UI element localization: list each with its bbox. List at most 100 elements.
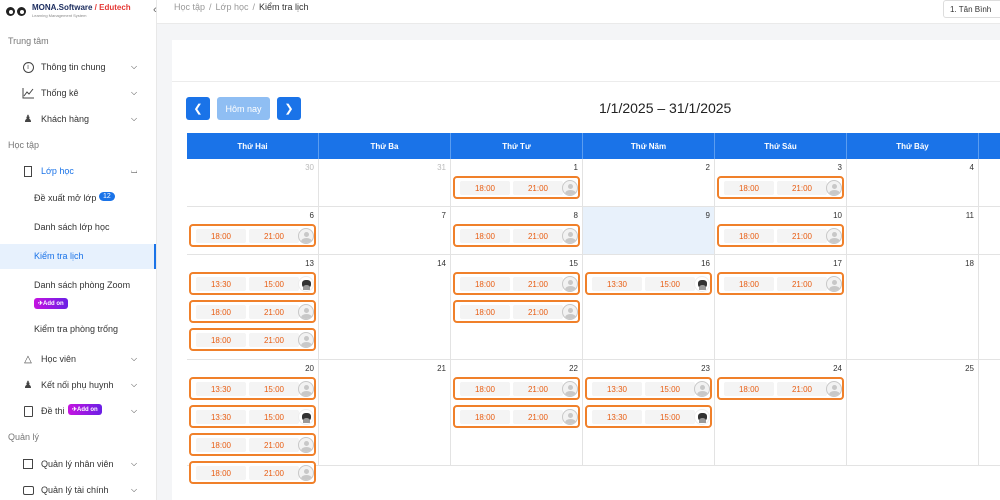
sidebar-item-exams[interactable]: Đề thi Add on ⌵ xyxy=(0,404,156,418)
sidebar-item-finance[interactable]: Quản lý tài chính ⌵ xyxy=(0,483,156,497)
teacher-avatar xyxy=(562,409,578,425)
day-number[interactable]: 11 xyxy=(966,211,974,220)
class-event[interactable]: 18:00 21:00 xyxy=(717,224,844,247)
class-event[interactable]: 13:30 15:00 xyxy=(189,272,316,295)
app-logo[interactable]: MONA.Software / Edutech Learning Managem… xyxy=(0,0,156,24)
class-event[interactable]: 18:00 21:00 xyxy=(717,272,844,295)
class-event[interactable]: 18:00 21:00 xyxy=(453,405,580,428)
weekday-header: Thứ Sáu xyxy=(715,133,847,159)
day-number[interactable]: 6 xyxy=(310,211,314,220)
calendar-day-today[interactable]: 9 xyxy=(583,207,715,254)
calendar-day[interactable]: 4 xyxy=(847,159,979,206)
day-number[interactable]: 17 xyxy=(833,259,842,268)
calendar-day[interactable]: 7 xyxy=(319,207,451,254)
today-button[interactable]: Hôm nay xyxy=(217,97,270,120)
class-event[interactable]: 18:00 21:00 xyxy=(717,176,844,199)
day-number[interactable]: 7 xyxy=(442,211,446,220)
sidebar-item-staff[interactable]: Quản lý nhân viên ⌵ xyxy=(0,457,156,471)
teacher-avatar xyxy=(826,381,842,397)
day-number[interactable]: 21 xyxy=(437,364,446,373)
next-month-button[interactable]: ❯ xyxy=(277,97,301,120)
class-event[interactable]: 18:00 21:00 xyxy=(453,176,580,199)
class-event[interactable]: 18:00 21:00 xyxy=(453,224,580,247)
teacher-avatar xyxy=(694,276,710,292)
sidebar-item-customers[interactable]: ♟ Khách hàng ⌵ xyxy=(0,112,156,126)
calendar-day[interactable]: 30 xyxy=(187,159,319,206)
calendar-day[interactable]: 11 xyxy=(847,207,979,254)
class-event[interactable]: 18:00 21:00 xyxy=(453,272,580,295)
calendar-day[interactable]: 2 xyxy=(583,159,715,206)
day-number[interactable]: 14 xyxy=(437,259,446,268)
calendar-day[interactable]: 23 13:30 15:00 13:30 15:00 xyxy=(583,360,715,465)
class-event[interactable]: 13:30 15:00 xyxy=(189,377,316,400)
prev-month-button[interactable]: ❮ xyxy=(186,97,210,120)
day-number[interactable]: 2 xyxy=(706,163,710,172)
day-number[interactable]: 9 xyxy=(706,211,710,220)
users-icon: ♟ xyxy=(23,113,33,125)
calendar-day[interactable]: 18 xyxy=(847,255,979,359)
day-number[interactable]: 15 xyxy=(569,259,578,268)
sidebar-item-general-info[interactable]: i Thông tin chung ⌵ xyxy=(0,60,156,74)
class-event[interactable]: 18:00 21:00 xyxy=(189,461,316,484)
calendar-day[interactable]: 21 xyxy=(319,360,451,465)
class-event[interactable]: 13:30 15:00 xyxy=(585,272,712,295)
day-number[interactable]: 16 xyxy=(701,259,710,268)
calendar-day[interactable]: 20 13:30 15:00 13:30 15:00 18:00 21:00 18:00 21:… xyxy=(187,360,319,484)
calendar-day[interactable]: 8 18:00 21:00 xyxy=(451,207,583,254)
class-event[interactable]: 18:00 21:00 xyxy=(189,300,316,323)
sidebar-item-zoom-rooms[interactable]: Danh sách phòng Zoom Add on xyxy=(0,280,156,312)
day-number[interactable]: 3 xyxy=(838,163,842,172)
sidebar-item-class-list[interactable]: Danh sách lớp học xyxy=(0,222,156,236)
calendar-day[interactable]: 17 18:00 21:00 xyxy=(715,255,847,359)
door-icon xyxy=(22,165,34,177)
calendar-day[interactable]: 31 xyxy=(319,159,451,206)
breadcrumb-item[interactable]: Lớp học xyxy=(216,2,249,12)
sidebar-item-label: Đề xuất mở lớp xyxy=(34,193,97,203)
teacher-avatar xyxy=(826,180,842,196)
calendar-day[interactable]: 24 18:00 21:00 xyxy=(715,360,847,465)
day-number[interactable]: 23 xyxy=(701,364,710,373)
calendar-day[interactable]: 1 18:00 21:00 xyxy=(451,159,583,206)
day-number[interactable]: 1 xyxy=(574,163,578,172)
day-number[interactable]: 31 xyxy=(437,163,446,172)
calendar-day[interactable]: 25 xyxy=(847,360,979,465)
sidebar-item-parents[interactable]: ♟ Kết nối phụ huynh ⌵ xyxy=(0,378,156,392)
calendar-day[interactable]: 22 18:00 21:00 18:00 21:00 xyxy=(451,360,583,465)
class-event[interactable]: 13:30 15:00 xyxy=(585,377,712,400)
class-event[interactable]: 13:30 15:00 xyxy=(585,405,712,428)
calendar-day[interactable]: 16 13:30 15:00 xyxy=(583,255,715,359)
calendar-day[interactable]: 15 18:00 21:00 18:00 21:00 xyxy=(451,255,583,359)
class-event[interactable]: 18:00 21:00 xyxy=(453,377,580,400)
breadcrumb-item[interactable]: Học tập xyxy=(174,2,205,12)
day-number[interactable]: 10 xyxy=(833,211,842,220)
class-event[interactable]: 18:00 21:00 xyxy=(189,433,316,456)
class-event[interactable]: 18:00 21:00 xyxy=(189,328,316,351)
day-number[interactable]: 30 xyxy=(305,163,314,172)
sidebar-item-classes[interactable]: Lớp học ⌴ xyxy=(0,164,156,178)
calendar-day[interactable]: 13 13:30 15:00 18:00 21:00 18:00 21:00 xyxy=(187,255,319,359)
sidebar-item-check-schedule[interactable]: Kiểm tra lịch xyxy=(0,244,156,269)
class-event[interactable]: 13:30 15:00 xyxy=(189,405,316,428)
sidebar-item-propose-class[interactable]: Đề xuất mở lớp 12 xyxy=(0,192,156,207)
day-number[interactable]: 4 xyxy=(970,163,974,172)
sidebar-item-stats[interactable]: Thống kê ⌵ xyxy=(0,86,156,100)
sidebar-item-students[interactable]: △ Học viên ⌵ xyxy=(0,352,156,366)
day-number[interactable]: 18 xyxy=(965,259,974,268)
collapse-sidebar-icon[interactable]: ‹ xyxy=(153,4,157,16)
day-number[interactable]: 13 xyxy=(305,259,314,268)
branch-select[interactable]: 1. Tân Bình xyxy=(943,0,1000,18)
class-event[interactable]: 18:00 21:00 xyxy=(189,224,316,247)
calendar-day[interactable]: 14 xyxy=(319,255,451,359)
sidebar-item-check-empty-rooms[interactable]: Kiểm tra phòng trống xyxy=(0,324,156,338)
day-number[interactable]: 24 xyxy=(833,364,842,373)
class-event[interactable]: 18:00 21:00 xyxy=(453,300,580,323)
calendar-day[interactable]: 3 18:00 21:00 xyxy=(715,159,847,206)
event-start-time: 18:00 xyxy=(460,181,510,195)
day-number[interactable]: 25 xyxy=(965,364,974,373)
day-number[interactable]: 22 xyxy=(569,364,578,373)
class-event[interactable]: 18:00 21:00 xyxy=(717,377,844,400)
calendar-day[interactable]: 6 18:00 21:00 xyxy=(187,207,319,254)
day-number[interactable]: 20 xyxy=(305,364,314,373)
calendar-day[interactable]: 10 18:00 21:00 xyxy=(715,207,847,254)
day-number[interactable]: 8 xyxy=(574,211,578,220)
